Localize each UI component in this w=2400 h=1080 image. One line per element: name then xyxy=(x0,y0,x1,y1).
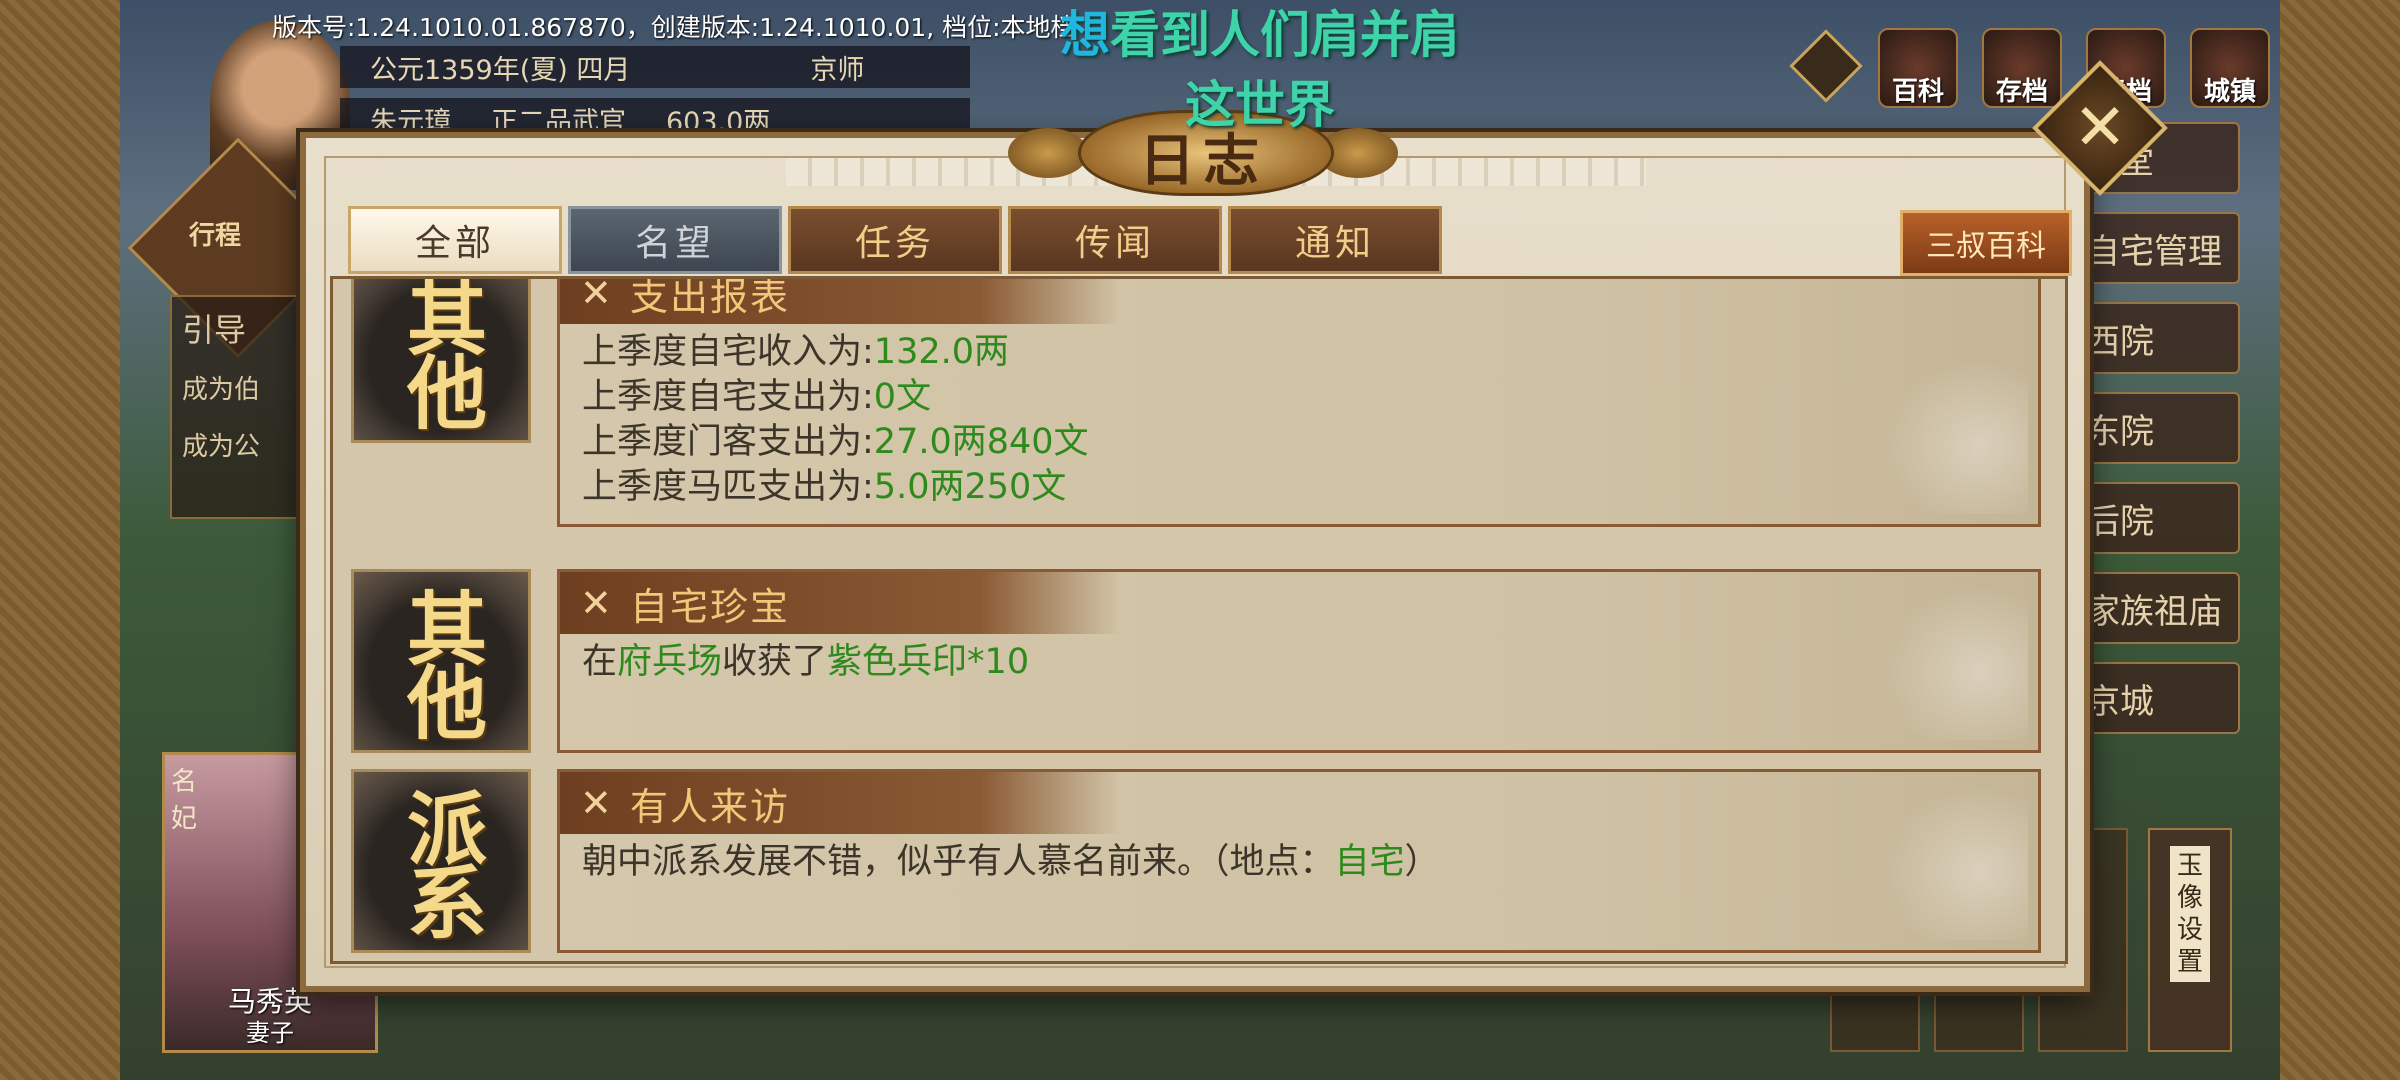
entry-header: ✕ 支出报表 xyxy=(560,276,1120,324)
mistress-role: 妻子 xyxy=(246,1019,294,1047)
entry-title: 自宅珍宝 xyxy=(630,584,791,629)
text-part: ） xyxy=(1404,842,1440,882)
tab-all[interactable]: 全部 xyxy=(348,206,562,274)
badge-faction: 派系 xyxy=(351,769,531,953)
entry-line: 上季度自宅收入为:132.0两 xyxy=(582,330,2016,375)
entry-body: 朝中派系发展不错，似乎有人慕名前来。（地点：自宅） xyxy=(560,834,2038,891)
text-part: 在 xyxy=(582,642,618,682)
wiki-button[interactable]: 三叔百科 xyxy=(1900,210,2072,276)
marquee-highlight: 想 xyxy=(1060,6,1110,64)
entry-body: 在府兵场收获了紫色兵印*10 xyxy=(560,634,2038,691)
log-entry: 其他 ✕ 支出报表 上季度自宅收入为:132.0两 上季度自宅支出为:0文 上季… xyxy=(333,276,2065,529)
log-entry: 其他 ✕ 自宅珍宝 在府兵场收获了紫色兵印*10 xyxy=(333,569,2065,759)
crossed-swords-icon: ✕ xyxy=(580,781,612,825)
entry-line: 上季度自宅支出为:0文 xyxy=(582,375,2016,420)
location-text: 京师 xyxy=(810,54,865,86)
date-text: 公元1359年(夏) 四月 xyxy=(370,54,631,86)
right-border xyxy=(2280,0,2400,1080)
badge-other: 其他 xyxy=(351,569,531,753)
log-list[interactable]: 其他 ✕ 支出报表 上季度自宅收入为:132.0两 上季度自宅支出为:0文 上季… xyxy=(330,276,2068,964)
tab-tasks[interactable]: 任务 xyxy=(788,206,1002,274)
save-icon[interactable]: 存档 xyxy=(1982,28,2062,108)
line-value: 27.0两840文 xyxy=(873,422,1089,462)
entry-title: 支出报表 xyxy=(630,276,791,319)
town-label: 城镇 xyxy=(2203,77,2256,107)
place-name: 府兵场 xyxy=(617,642,723,682)
save-label: 存档 xyxy=(1995,77,2048,107)
log-tabs: 全部 名望 任务 传闻 通知 xyxy=(348,206,1442,274)
line-value: 0文 xyxy=(873,377,932,417)
line-label: 上季度自宅支出为: xyxy=(582,377,874,417)
badge-other: 其他 xyxy=(351,277,531,443)
mountain-decoration xyxy=(1868,770,2028,940)
tab-reputation[interactable]: 名望 xyxy=(568,206,782,274)
marquee-line-1-rest: 看到人们肩并肩 xyxy=(1110,6,1460,64)
text-part: 朝中派系发展不错，似乎有人慕名前来。（地点： xyxy=(582,842,1335,882)
date-bar: 公元1359年(夏) 四月 京师 xyxy=(340,46,970,88)
encyclopedia-label: 百科 xyxy=(1891,77,1944,107)
entry-card: ✕ 有人来访 朝中派系发展不错，似乎有人慕名前来。（地点：自宅） xyxy=(557,769,2041,953)
entry-title: 有人来访 xyxy=(630,784,791,829)
marquee-line-1: 想看到人们肩并肩 xyxy=(1040,0,1480,70)
line-value: 132.0两 xyxy=(873,332,1009,372)
entry-header: ✕ 自宅珍宝 xyxy=(560,572,1120,634)
mistress-tag: 名妃 xyxy=(171,767,198,834)
entry-header: ✕ 有人来访 xyxy=(560,772,1120,834)
mountain-decoration xyxy=(1868,344,2028,514)
version-text: 版本号:1.24.1010.01.867870，创建版本:1.24.1010.0… xyxy=(272,13,1076,42)
entry-body: 上季度自宅收入为:132.0两 上季度自宅支出为:0文 上季度门客支出为:27.… xyxy=(560,324,2038,516)
marquee-text: 想看到人们肩并肩 这世界 xyxy=(1040,0,1480,140)
itinerary-label: 行程 xyxy=(188,221,241,251)
log-entry: 派系 ✕ 有人来访 朝中派系发展不错，似乎有人慕名前来。（地点：自宅） xyxy=(333,769,2065,959)
avatar-settings-label: 玉像设置 xyxy=(2170,846,2210,982)
badge-text: 派系 xyxy=(394,787,488,935)
avatar-settings-button[interactable]: 玉像设置 xyxy=(2148,828,2232,1052)
crossed-swords-icon: ✕ xyxy=(580,581,612,625)
line-label: 上季度门客支出为: xyxy=(582,422,874,462)
marquee-line-2: 这世界 xyxy=(1185,76,1335,134)
town-icon[interactable]: 城镇 xyxy=(2190,28,2270,108)
badge-text: 其他 xyxy=(394,587,488,735)
close-icon: ✕ xyxy=(2073,91,2127,165)
entry-card: ✕ 支出报表 上季度自宅收入为:132.0两 上季度自宅支出为:0文 上季度门客… xyxy=(557,276,2041,527)
tab-rumors[interactable]: 传闻 xyxy=(1008,206,1222,274)
line-label: 上季度马匹支出为: xyxy=(582,467,874,507)
text-part: 收获了 xyxy=(722,642,828,682)
badge-text: 其他 xyxy=(394,277,488,425)
mountain-decoration xyxy=(1868,570,2028,740)
place-name: 自宅 xyxy=(1334,842,1405,882)
entry-line: 上季度马匹支出为:5.0两250文 xyxy=(582,465,2016,510)
item-name: 紫色兵印*10 xyxy=(827,642,1030,682)
crossed-swords-icon: ✕ xyxy=(580,276,612,315)
left-border xyxy=(0,0,120,1080)
tab-notices[interactable]: 通知 xyxy=(1228,206,1442,274)
line-value: 5.0两250文 xyxy=(873,467,1067,507)
line-label: 上季度自宅收入为: xyxy=(582,332,874,372)
entry-card: ✕ 自宅珍宝 在府兵场收获了紫色兵印*10 xyxy=(557,569,2041,753)
encyclopedia-icon[interactable]: 百科 xyxy=(1878,28,1958,108)
entry-line: 上季度门客支出为:27.0两840文 xyxy=(582,420,2016,465)
